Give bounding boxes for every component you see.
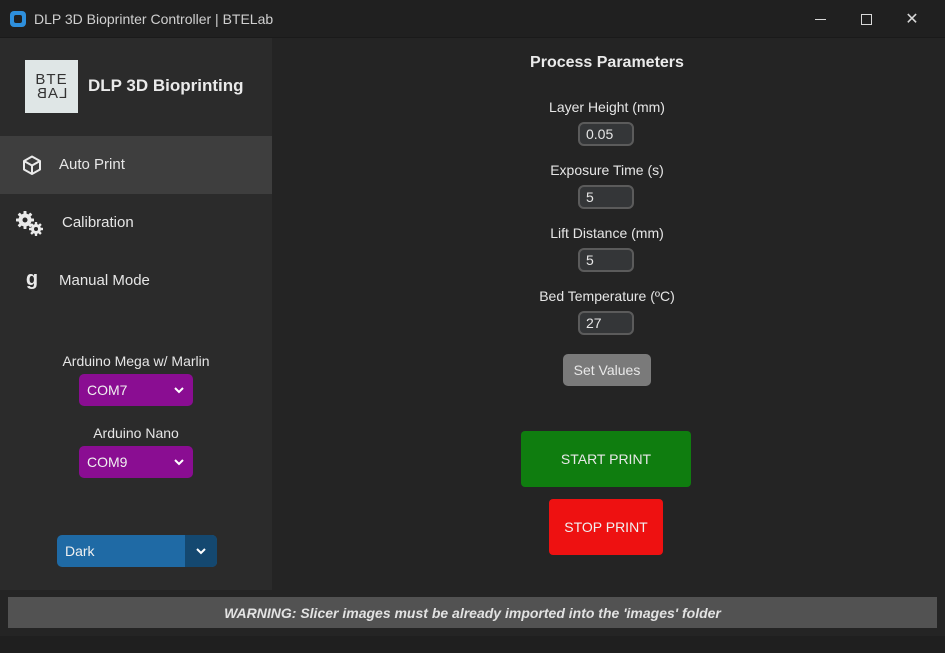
theme-select[interactable]: Dark: [57, 535, 217, 567]
nav-manual-mode[interactable]: g Manual Mode: [0, 252, 272, 310]
minimize-icon: [814, 18, 826, 20]
lift-distance-label: Lift Distance (mm): [550, 225, 664, 241]
close-icon: ✕: [905, 11, 919, 28]
layer-height-input[interactable]: [578, 122, 634, 146]
app-icon: [10, 11, 26, 27]
lift-distance-input[interactable]: [578, 248, 634, 272]
exposure-time-input[interactable]: [578, 185, 634, 209]
nav-auto-print-label: Auto Print: [59, 156, 125, 173]
nano-port-value: COM9: [87, 454, 128, 470]
layer-height-label: Layer Height (mm): [549, 99, 665, 115]
chevron-down-icon: [165, 446, 193, 478]
logo-line-2: LAB: [35, 84, 68, 102]
title-bar: DLP 3D Bioprinter Controller | BTELab ✕: [0, 0, 945, 38]
chevron-down-icon: [185, 535, 217, 567]
nav-calibration[interactable]: Calibration: [0, 194, 272, 252]
chevron-down-icon: [165, 374, 193, 406]
mega-port-label: Arduino Mega w/ Marlin: [62, 353, 210, 369]
minimize-button[interactable]: [797, 0, 843, 38]
warning-banner: WARNING: Slicer images must be already i…: [8, 597, 937, 628]
stop-print-button[interactable]: STOP PRINT: [549, 499, 663, 555]
g-icon: g: [25, 267, 39, 290]
nav-auto-print[interactable]: Auto Print: [0, 136, 272, 194]
cube-icon: [20, 153, 44, 177]
gears-icon: [14, 209, 46, 239]
app-title: DLP 3D Bioprinting: [88, 76, 244, 95]
theme-value: Dark: [65, 543, 95, 559]
nav-calibration-label: Calibration: [62, 214, 134, 231]
mega-port-value: COM7: [87, 382, 128, 398]
maximize-icon: [860, 13, 872, 25]
nano-port-label: Arduino Nano: [93, 425, 179, 441]
maximize-button[interactable]: [843, 0, 889, 38]
nav-manual-mode-label: Manual Mode: [59, 272, 150, 289]
sidebar: BTE LAB DLP 3D Bioprinting Auto Print Ca…: [0, 38, 272, 590]
set-values-button[interactable]: Set Values: [563, 354, 651, 386]
window-title: DLP 3D Bioprinter Controller | BTELab: [34, 11, 274, 27]
mega-port-select[interactable]: COM7: [79, 374, 193, 406]
exposure-time-label: Exposure Time (s): [550, 162, 664, 178]
btelab-logo: BTE LAB: [25, 60, 78, 113]
main-panel: Process Parameters Layer Height (mm) Exp…: [272, 38, 945, 590]
close-button[interactable]: ✕: [889, 0, 935, 38]
bed-temperature-input[interactable]: [578, 311, 634, 335]
start-print-button[interactable]: START PRINT: [521, 431, 691, 487]
nano-port-select[interactable]: COM9: [79, 446, 193, 478]
bottom-strip: [0, 636, 945, 653]
bed-temperature-label: Bed Temperature (ºC): [539, 288, 675, 304]
process-parameters-title: Process Parameters: [530, 54, 684, 71]
